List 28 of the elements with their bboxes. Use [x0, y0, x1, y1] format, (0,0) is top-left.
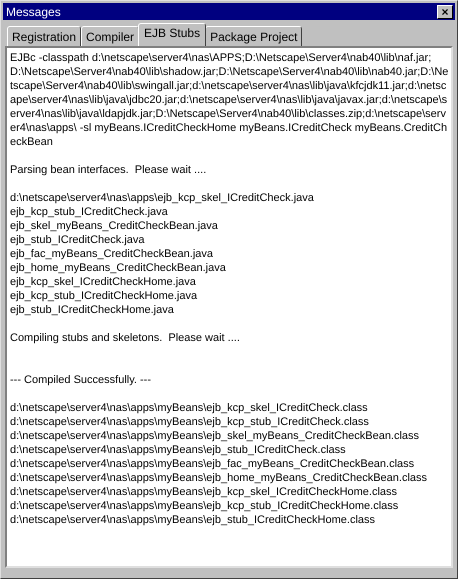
log-line: ejb_kcp_stub_ICreditCheckHome.java: [10, 289, 198, 303]
log-line: d:\netscape\server4\nas\apps\myBeans\ejb_home_myBeans_CreditCheckBean.class: [10, 471, 428, 485]
log-line: d:\netscape\server4\nas\apps\myBeans\ejb_stub_ICreditCheckHome.class: [10, 513, 376, 527]
log-line: ejb_kcp_stub_ICreditCheck.java: [10, 205, 169, 219]
log-line: ejb_stub_ICreditCheck.java: [10, 233, 146, 247]
log-line: d:\netscape\server4\nas\apps\myBeans\ejb_kcp_stub_ICreditCheck.class: [10, 415, 370, 429]
log-line: d:\netscape\server4\nas\apps\myBeans\ejb_stub_ICreditCheck.class: [10, 443, 347, 457]
log-line: --- Compiled Successfully. ---: [10, 373, 152, 387]
log-line: ejb_fac_myBeans_CreditCheckBean.java: [10, 247, 214, 261]
log-line: d:\netscape\server4\nas\apps\myBeans\ejb_fac_myBeans_CreditCheckBean.class: [10, 457, 416, 471]
tab[interactable]: EJB Stubs: [138, 23, 206, 46]
window-title: Messages: [6, 6, 61, 18]
log-line: d:\netscape\server4\nas\apps\myBeans\ejb_kcp_skel_ICreditCheck.class: [10, 401, 369, 415]
tab[interactable]: Package Project: [205, 26, 302, 46]
log-line: d:\netscape\server4\nas\apps\myBeans\ejb_kcp_skel_ICreditCheckHome.class: [10, 485, 398, 499]
close-button[interactable]: ×: [437, 4, 453, 18]
log-line: d:\netscape\server4\nas\apps\myBeans\ejb_skel_myBeans_CreditCheckBean.class: [10, 429, 420, 443]
log-line: d:\netscape\server4\nas\apps\myBeans\ejb_kcp_stub_ICreditCheckHome.class: [10, 499, 400, 513]
log-line: ejb_skel_myBeans_CreditCheckBean.java: [10, 219, 219, 233]
command-text: EJBc -classpath d:\netscape\server4\nas\APPS;D:\Netscape\Server4\nab40\lib\naf.jar;D:\Netscape\Server4\nab40\lib\shadow.jar;D:\Netscape\Server4\nab40\lib\nab40.jar;D:\Netscape\Server4\nab40\lib\swingall.jar;d:\netscape\server4\nas\lib\java\kfcjdk11.jar;d:\netscape\server4\nas\lib\java\jdbc20.jar;d:\netscape\server4\nas\lib\java\javax.jar;d:\netscape\server4\nas\lib\java\ldapjdk.jar;D:\Netscape\Server4\nab40\lib\classes.zip;d:\netscape\server4\nas\apps\ -sl myBeans.ICreditCheckHome myBeans.ICreditCheck myBeans.CreditCheckBean: [10, 51, 449, 149]
tab[interactable]: Compiler: [81, 26, 140, 46]
log-line: ejb_kcp_skel_ICreditCheckHome.java: [10, 275, 197, 289]
log-line: Compiling stubs and skeletons. Please wait ....: [10, 331, 241, 345]
log-line: d:\netscape\server4\nas\apps\ejb_kcp_skel_ICreditCheck.java: [10, 191, 315, 205]
log-line: ejb_stub_ICreditCheckHome.java: [10, 303, 175, 317]
tab[interactable]: Registration: [7, 26, 82, 46]
log-line: ejb_home_myBeans_CreditCheckBean.java: [10, 261, 227, 275]
log-line: Parsing bean interfaces. Please wait ....: [10, 163, 208, 177]
